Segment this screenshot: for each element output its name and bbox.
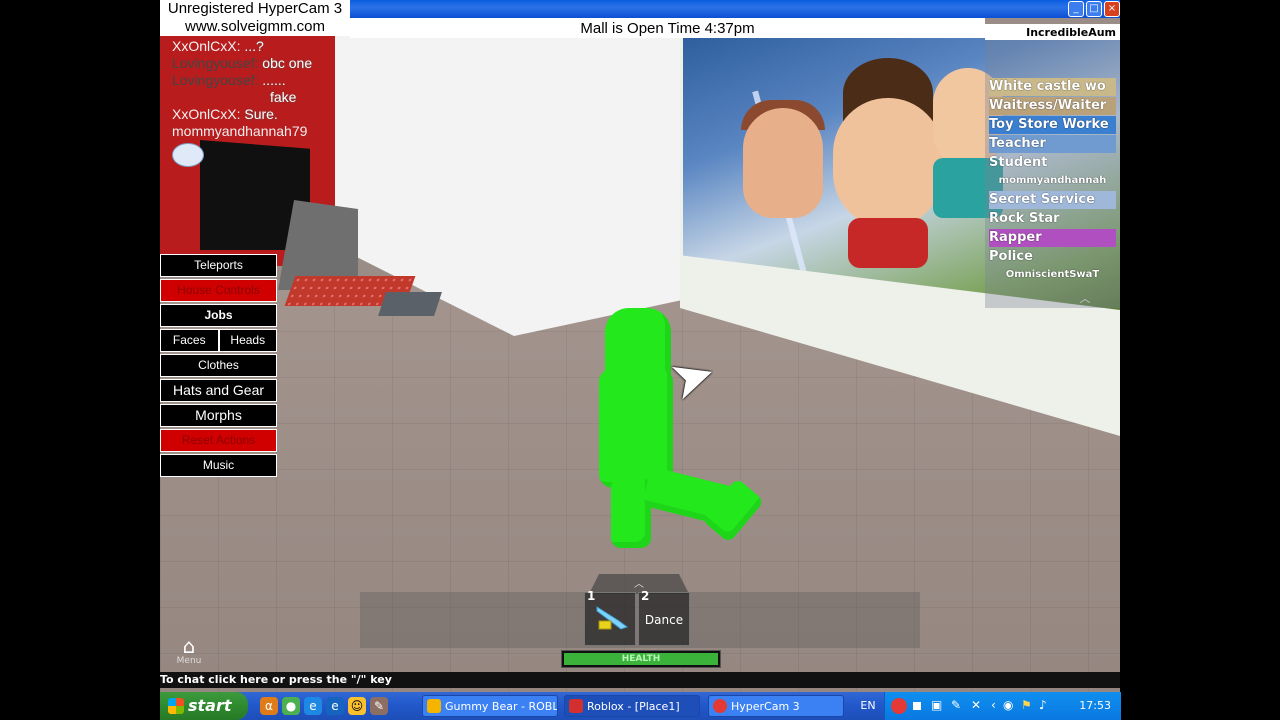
slot-label: Dance [644,613,684,627]
chat-name: mommyandhannah79 [172,123,308,139]
volume-icon[interactable]: ♪ [1039,698,1047,712]
health-bar: HEALTH [561,650,721,668]
system-tray: ▣ ✎ ✕ ‹ ◉ ⚑ ♪ 17:53 [884,692,1121,720]
heads-button[interactable]: Heads [218,329,277,352]
player-name: IncredibleAum [985,24,1120,40]
chat-message: ...... [262,72,286,88]
settings-icon[interactable]: ✕ [971,698,981,712]
backpack-toggle[interactable]: ︿ [589,574,689,594]
tool-quicklaunch-icon[interactable]: ✎ [370,697,388,715]
morphs-button[interactable]: Morphs [160,404,277,427]
task-gummy-bear[interactable]: Gummy Bear - ROBL... [422,695,558,717]
job-secret-service[interactable]: Secret Service [989,191,1116,209]
slot-number: 2 [641,589,650,603]
job-waitress[interactable]: Waitress/Waiter [989,97,1116,115]
camera-icon[interactable]: ▣ [931,698,942,712]
tool-icon [596,606,629,630]
tool-slot-2[interactable]: 2 Dance [638,589,690,646]
clothes-button[interactable]: Clothes [160,354,277,377]
clock[interactable]: 17:53 [1079,692,1111,720]
job-rapper[interactable]: Rapper [989,229,1116,247]
jobs-list: White castle wo Waitress/Waiter Toy Stor… [985,40,1120,308]
windows-logo-icon [168,698,184,714]
ie-icon[interactable]: e [304,697,322,715]
taskbar: start α ● e e ☺ ✎ Gummy Bear - ROBL... R… [160,692,1121,720]
gray-box [378,292,442,316]
pen-icon[interactable]: ✎ [951,698,961,712]
house-controls-button[interactable]: House Controls [160,279,277,302]
maximize-icon[interactable]: □ [1086,1,1102,17]
chrome-icon [427,699,441,713]
job-white-castle[interactable]: White castle wo [989,78,1116,96]
tool-slot-1[interactable]: 1 [584,589,636,646]
side-menu: Teleports House Controls Jobs Faces Head… [160,254,277,479]
chat-name: XxOnlCxX: [172,106,241,122]
task-hypercam[interactable]: HyperCam 3 [708,695,844,717]
home-label: Menu [176,656,202,666]
minimize-icon[interactable]: _ [1068,1,1084,17]
chat-name: XxOnlCxX: [172,38,241,54]
chat-line: fake [172,89,312,106]
task-label: Roblox - [Place1] [587,700,680,713]
hypercam-watermark: Unregistered HyperCam 3 www.solveigmm.co… [160,0,350,36]
chat-message: Sure. [244,106,278,122]
mall-status: Mall is Open Time 4:37pm [350,18,985,38]
home-menu-button[interactable]: ⌂ Menu [173,636,205,670]
job-rock-star[interactable]: Rock Star [989,210,1116,228]
chat-message: ...? [244,38,264,54]
job-teacher[interactable]: Teacher [989,135,1116,153]
start-button[interactable]: start [160,692,248,720]
faces-button[interactable]: Faces [160,329,219,352]
chat-line: mommyandhannah79 [172,123,312,140]
browser-icon[interactable]: e [326,697,344,715]
network-icon[interactable]: ◉ [1003,698,1013,712]
window-titlebar [350,0,1120,18]
chat-hint[interactable]: To chat click here or press the "/" key [160,672,1120,688]
job-toy-store[interactable]: Toy Store Worke [989,116,1116,134]
watermark-line2: www.solveigmm.com [184,18,326,35]
health-label: HEALTH [621,654,661,664]
language-indicator[interactable]: EN [856,692,880,720]
reset-actions-button[interactable]: Reset Actions [160,429,277,452]
job-student[interactable]: Student [989,154,1116,172]
quicklaunch-icon[interactable]: α [260,697,278,715]
chat-message: obc one [262,55,313,71]
chat-line: Lovingyousef: obc one [172,55,312,72]
task-roblox[interactable]: Roblox - [Place1] [564,695,700,717]
home-icon: ⌂ [182,634,196,658]
start-label: start [188,696,232,715]
collapse-arrow-icon[interactable]: ︿ [1070,290,1100,305]
task-label: HyperCam 3 [731,700,800,713]
chat-line: Lovingyousef: ...... [172,72,312,89]
messenger-icon[interactable]: ☺ [348,697,366,715]
window-controls: _ □ × [1068,1,1120,17]
chat-bubble-icon[interactable] [172,143,204,167]
chat-name: Lovingyousef: [172,55,259,71]
chat-line: XxOnlCxX: ...? [172,38,312,55]
music-button[interactable]: Music [160,454,277,477]
job-member: mommyandhannah [998,175,1107,186]
chrome-icon[interactable]: ● [282,697,300,715]
jobs-button[interactable]: Jobs [160,304,277,327]
chevron-left-icon[interactable]: ‹ [991,698,996,712]
chat-log: XxOnlCxX: ...? Lovingyousef: obc one Lov… [172,38,312,140]
roblox-icon [569,699,583,713]
chat-name: Lovingyousef: [172,72,259,88]
chat-message: fake [270,89,297,105]
hats-gear-button[interactable]: Hats and Gear [160,379,277,402]
teleports-button[interactable]: Teleports [160,254,277,277]
job-member: OmniscientSwaT [1005,269,1100,280]
hypercam-icon [713,699,727,713]
record-icon[interactable] [891,698,907,714]
job-police[interactable]: Police [989,248,1116,266]
task-label: Gummy Bear - ROBL... [445,700,558,713]
security-icon[interactable]: ⚑ [1021,698,1032,712]
watermark-line1: Unregistered HyperCam 3 [167,0,343,17]
chat-line: XxOnlCxX: Sure. [172,106,312,123]
close-icon[interactable]: × [1104,1,1120,17]
stop-icon[interactable] [913,702,921,710]
slot-number: 1 [587,589,596,603]
